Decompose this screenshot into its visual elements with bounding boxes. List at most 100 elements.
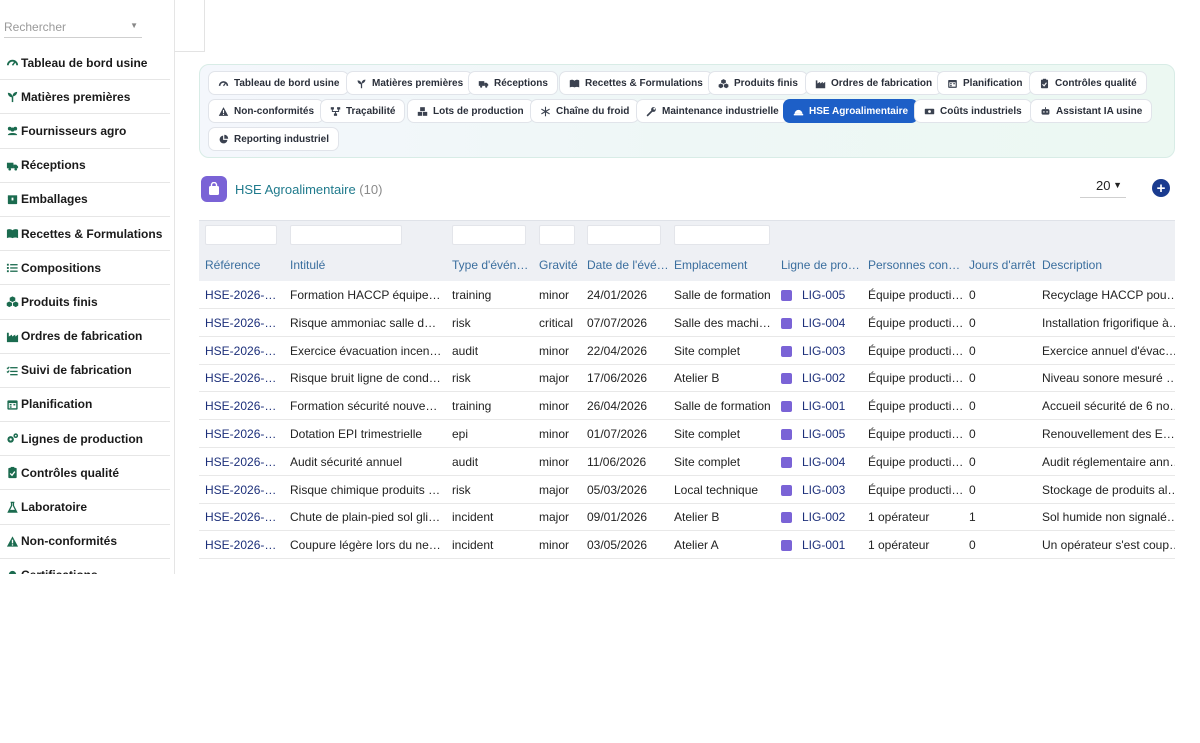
tab-tableau-de-bord-usine[interactable]: Tableau de bord usine (208, 71, 350, 95)
column-header[interactable]: Ligne de production (781, 258, 861, 272)
tab-reporting-industriel[interactable]: Reporting industriel (208, 127, 339, 151)
column-header[interactable]: Jours d'arrêt (969, 258, 1037, 272)
tab-non-conformit-s[interactable]: Non-conformités (208, 99, 324, 123)
table-cell[interactable]: HSE-2026-002 (205, 510, 283, 524)
tab-tra-abilit-[interactable]: Traçabilité (320, 99, 406, 123)
table-cell[interactable]: HSE-2026-005 (205, 427, 283, 441)
column-header[interactable]: Description (1042, 258, 1175, 272)
column-header[interactable]: Gravité (539, 258, 583, 272)
tab-contr-les-qualit-[interactable]: Contrôles qualité (1029, 71, 1147, 95)
sidebar-item-lignes-de-production[interactable]: Lignes de production (0, 422, 170, 457)
table-cell[interactable]: LIG-004 (802, 316, 861, 330)
column-filter-input[interactable] (587, 225, 661, 245)
page-title-text: HSE Agroalimentaire (235, 182, 356, 197)
table-cell: Audit sécurité annuel (290, 454, 403, 469)
table-cell[interactable]: LIG-004 (802, 455, 861, 469)
table-row[interactable]: HSE-2026-006 Formation sécurité nouveaux … (199, 392, 1175, 421)
page-size-select[interactable]: 20 ▼ (1080, 178, 1126, 198)
tab-recettes-formulations[interactable]: Recettes & Formulations (559, 71, 713, 95)
table-row[interactable]: HSE-2026-004 Audit sécurité annuel audit mi… (199, 448, 1175, 476)
tab-hse-agroalimentaire[interactable]: HSE Agroalimentaire (783, 99, 919, 123)
column-filter-input[interactable] (539, 225, 575, 245)
tab-cha-ne-du-froid[interactable]: Chaîne du froid (530, 99, 640, 123)
sidebar-item-r-ceptions[interactable]: Réceptions (0, 149, 170, 183)
table-row[interactable]: HSE-2026-001 Coupure légère lors du netto… (199, 531, 1175, 560)
sidebar-item-emballages[interactable]: Emballages (0, 183, 170, 217)
table-cell[interactable]: HSE-2026-001 (205, 538, 283, 552)
table-cell: Formation sécurité nouveaux arrivants (290, 399, 442, 414)
tab-planification[interactable]: Planification (937, 71, 1033, 95)
table-cell[interactable]: HSE-2026-008 (205, 344, 283, 358)
chevron-down-icon[interactable]: ▼ (130, 21, 138, 30)
table-cell[interactable]: LIG-003 (802, 344, 861, 358)
sidebar-item-produits-finis[interactable]: Produits finis (0, 285, 170, 320)
tab-lots-de-production[interactable]: Lots de production (407, 99, 534, 123)
column-header[interactable]: Date de l'événement (587, 258, 669, 272)
table-row[interactable]: HSE-2026-009 Risque ammoniac salle des ma… (199, 309, 1175, 337)
sidebar-item-mati-res-premi-res[interactable]: Matières premières (0, 80, 170, 115)
sidebar-item-compositions[interactable]: Compositions (0, 251, 170, 286)
table-cell[interactable]: HSE-2026-003 (205, 483, 283, 497)
table-cell[interactable]: HSE-2026-004 (205, 455, 283, 469)
column-filter-input[interactable] (452, 225, 526, 245)
table-cell[interactable]: LIG-005 (802, 288, 861, 302)
table-row[interactable]: HSE-2026-008 Exercice évacuation incendie… (199, 337, 1175, 365)
table-cell[interactable]: LIG-001 (802, 538, 861, 552)
column-header[interactable]: Type d'événement (452, 258, 534, 272)
table-header: Référence Intitulé Type d'événement Gravité… (199, 220, 1175, 281)
sidebar-item-ordres-de-fabrication[interactable]: Ordres de fabrication (0, 320, 170, 354)
sidebar-item-recettes-formulations[interactable]: Recettes & Formulations (0, 217, 170, 252)
table-cell[interactable]: LIG-003 (802, 483, 861, 497)
wrench-icon (646, 106, 657, 117)
table-cell[interactable]: HSE-2026-010 (205, 288, 283, 302)
column-header[interactable]: Emplacement (674, 258, 777, 272)
table-cell: Un opérateur s'est coupé e (1042, 538, 1175, 553)
sidebar-item-planification[interactable]: Planification (0, 388, 170, 423)
table-cell[interactable]: LIG-005 (802, 427, 861, 441)
tab-label: Traçabilité (346, 105, 396, 117)
column-filter-input[interactable] (290, 225, 402, 245)
sidebar-item-suivi-de-fabrication[interactable]: Suivi de fabrication (0, 354, 170, 388)
table-row[interactable]: HSE-2026-005 Dotation EPI trimestrielle ep… (199, 420, 1175, 448)
table-cell: 0 (969, 427, 976, 441)
add-record-button[interactable]: + (1152, 179, 1170, 197)
sidebar-item-fournisseurs-agro[interactable]: Fournisseurs agro (0, 114, 170, 149)
table-row[interactable]: HSE-2026-002 Chute de plain-pied sol glis… (199, 503, 1175, 532)
cubes-icon (5, 295, 19, 309)
tab-assistant-ia-usine[interactable]: Assistant IA usine (1030, 99, 1153, 123)
tab-produits-finis[interactable]: Produits finis (708, 71, 808, 95)
column-filter-input[interactable] (205, 225, 277, 245)
sidebar-item-tableau-de-bord-usine[interactable]: Tableau de bord usine (0, 46, 170, 81)
column-header[interactable]: Référence (205, 258, 283, 272)
tab-r-ceptions[interactable]: Réceptions (468, 71, 558, 95)
table-cell[interactable]: LIG-002 (802, 371, 861, 385)
table-row[interactable]: HSE-2026-010 Formation HACCP équipe produ… (199, 281, 1175, 309)
table-cell[interactable]: LIG-002 (802, 510, 861, 524)
sidebar-item-label: Recettes & Formulations (21, 226, 163, 241)
tab-ordres-de-fabrication[interactable]: Ordres de fabrication (805, 71, 943, 95)
column-filter-input[interactable] (674, 225, 770, 245)
table-cell: critical (539, 315, 574, 330)
tab-mati-res-premi-res[interactable]: Matières premières (346, 71, 474, 95)
column-header[interactable]: Intitulé (290, 258, 442, 272)
tab-co-ts-industriels[interactable]: Coûts industriels (914, 99, 1032, 123)
search-input[interactable]: Rechercher ▼ (4, 14, 142, 38)
column-header[interactable]: Personnes concernées (868, 258, 964, 272)
table-row[interactable]: HSE-2026-003 Risque chimique produits de … (199, 476, 1175, 504)
sidebar-item-non-conformit-s[interactable]: Non-conformités (0, 525, 170, 559)
sidebar-item-certifications[interactable]: Certifications (0, 559, 170, 574)
sidebar-item-laboratoire[interactable]: Laboratoire (0, 490, 170, 525)
page-title: HSE Agroalimentaire (10) (235, 182, 382, 197)
table-cell[interactable]: HSE-2026-007 (205, 371, 283, 385)
tab-maintenance-industrielle[interactable]: Maintenance industrielle (636, 99, 789, 123)
sidebar-item-contr-les-qualit-[interactable]: Contrôles qualité (0, 456, 170, 491)
table-cell: Site complet (674, 427, 741, 441)
table-cell[interactable]: HSE-2026-006 (205, 399, 283, 413)
table-cell: Renouvellement des EPI (b (1042, 427, 1175, 441)
sidebar-item-label: Produits finis (21, 294, 98, 309)
table-row[interactable]: HSE-2026-007 Risque bruit ligne de condit… (199, 364, 1175, 393)
table-cell[interactable]: LIG-001 (802, 399, 861, 413)
sidebar-item-label: Ordres de fabrication (21, 329, 143, 344)
table-cell: 0 (969, 399, 976, 414)
table-cell[interactable]: HSE-2026-009 (205, 316, 283, 330)
